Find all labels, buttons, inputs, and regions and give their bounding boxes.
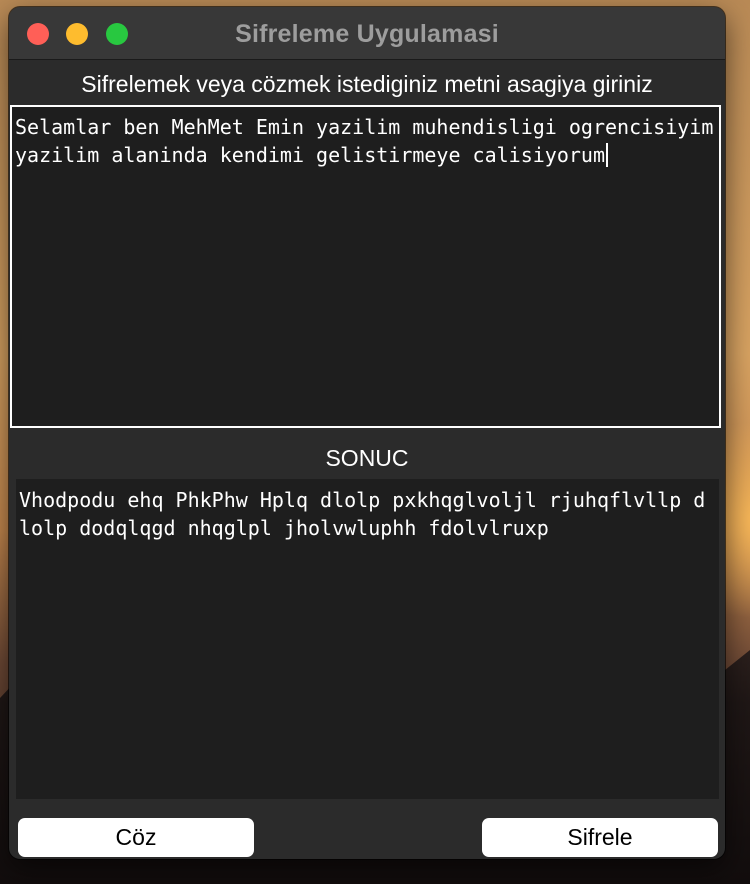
text-caret: [606, 143, 609, 167]
output-text: Vhodpodu ehq PhkPhw Hplq dlolp pxkhqglvo…: [19, 488, 706, 540]
title-bar[interactable]: Sifreleme Uygulamasi: [9, 7, 725, 60]
decode-button[interactable]: Cöz: [18, 818, 254, 857]
input-textarea[interactable]: Selamlar ben MehMet Emin yazilim muhendi…: [10, 105, 721, 428]
input-prompt-label: Sifrelemek veya cözmek istediginiz metni…: [81, 71, 653, 97]
encode-button[interactable]: Sifrele: [482, 818, 718, 857]
output-textarea[interactable]: Vhodpodu ehq PhkPhw Hplq dlolp pxkhqglvo…: [16, 479, 719, 799]
window-title: Sifreleme Uygulamasi: [235, 20, 499, 48]
input-text: Selamlar ben MehMet Emin yazilim muhendi…: [15, 115, 714, 167]
app-window: Sifreleme Uygulamasi Sifrelemek veya cöz…: [9, 7, 725, 859]
result-label: SONUC: [325, 445, 409, 471]
